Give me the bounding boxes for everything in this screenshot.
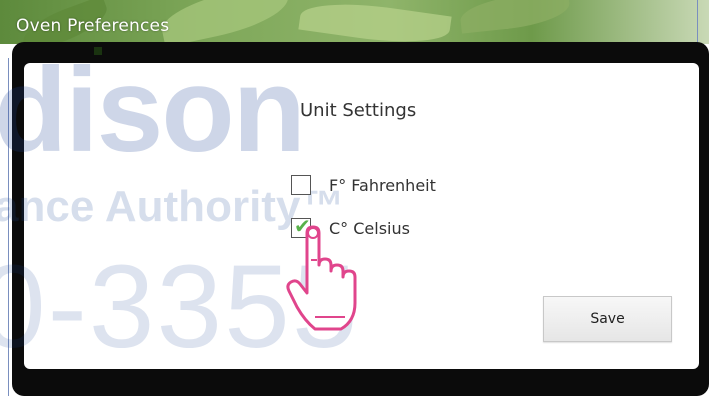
- section-title: Unit Settings: [300, 100, 417, 121]
- option-label: F° Fahrenheit: [329, 175, 436, 195]
- option-fahrenheit[interactable]: F° Fahrenheit: [291, 174, 436, 196]
- title-marker: [94, 47, 102, 55]
- divider: [8, 58, 9, 396]
- hand-pointer-icon: [286, 225, 357, 331]
- fahrenheit-checkbox[interactable]: [291, 175, 311, 195]
- save-button[interactable]: Save: [543, 296, 672, 342]
- window-title: Oven Preferences: [16, 16, 170, 36]
- leaf-decoration: [157, 0, 293, 48]
- leaf-decoration: [458, 0, 572, 34]
- divider: [697, 0, 698, 44]
- oven-preferences-screen: Oven Preferences dison ance Authority™ 0…: [0, 0, 709, 396]
